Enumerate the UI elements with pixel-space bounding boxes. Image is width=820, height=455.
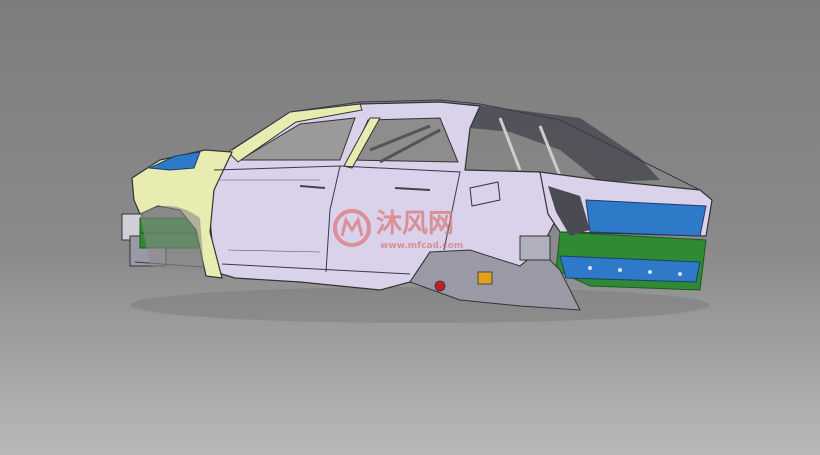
watermark-cn-text: 沐风网 — [376, 209, 454, 239]
front-wheel-arch — [140, 205, 204, 272]
cad-3d-viewport[interactable]: 沐风网 www.mfcad.com — [0, 0, 820, 455]
model-shadow — [130, 287, 710, 323]
car-body-model[interactable]: 沐风网 www.mfcad.com — [0, 0, 820, 455]
rear-panel-blue — [585, 199, 707, 237]
watermark-sub-text: www.mfcad.com — [380, 241, 463, 251]
